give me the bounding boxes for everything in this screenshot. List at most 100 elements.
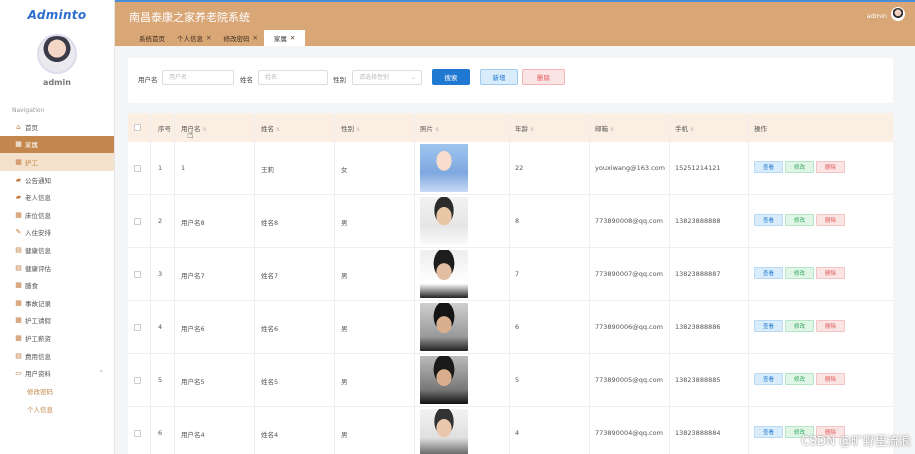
tab-change-password[interactable]: 修改密码 ✕ <box>217 30 263 46</box>
sidebar-item-label: 膳食 <box>25 282 38 291</box>
book-icon: ▤ <box>15 351 22 360</box>
table-row[interactable]: 5 用户名5 姓名5 男 5 773890005@qq.com 13823888885 查看修… <box>128 354 893 407</box>
close-icon[interactable]: ✕ <box>290 34 295 42</box>
sort-icon: ⇅ <box>276 127 281 133</box>
grid-icon: ▦ <box>15 140 22 149</box>
user-avatar[interactable] <box>37 34 77 74</box>
cell-no: 3 <box>158 270 163 278</box>
cell-gender: 男 <box>341 325 348 333</box>
row-delete-button[interactable]: 删除 <box>816 214 845 226</box>
row-checkbox[interactable] <box>134 430 141 437</box>
watermark: CSDN @旷野里流浪 <box>800 434 911 448</box>
col-header-gender[interactable]: 性别 ⇅ <box>341 123 360 133</box>
username-input[interactable]: 用户名 <box>162 70 234 85</box>
sidebar-item-bed[interactable]: ▦ 床位信息 <box>0 206 114 224</box>
sidebar-item-family[interactable]: ▦ 家属 <box>0 135 114 154</box>
table-row[interactable]: 2 用户名8 姓名8 男 8 773890008@qq.com 13823888888 查看修… <box>128 195 893 248</box>
tab-home[interactable]: 系统首页 <box>133 30 171 46</box>
sidebar: Adminto admin Navigation ⌂ 首页 ▦ 家属 ▦ 护工 ▰ 公告… <box>0 0 115 454</box>
sidebar-item-elder[interactable]: ▰ 老人信息 <box>0 188 114 206</box>
sidebar-item-meals[interactable]: ▦ 膳食 <box>0 276 114 294</box>
cell-no: 2 <box>158 217 163 225</box>
cell-username: 用户名8 <box>181 219 205 227</box>
cell-name: 王莉 <box>261 166 274 174</box>
row-delete-button[interactable]: 删除 <box>816 320 845 332</box>
row-delete-button[interactable]: 删除 <box>816 267 845 279</box>
col-header-no[interactable]: 序号 <box>158 123 171 133</box>
sidebar-item-label: 护工请假 <box>25 317 51 326</box>
row-checkbox[interactable] <box>134 165 141 172</box>
gender-select[interactable]: 请选择性别 ⌄ <box>352 70 422 85</box>
delete-button[interactable]: 删除 <box>522 69 565 85</box>
sidebar-item-leave[interactable]: ▦ 护工请假 <box>0 312 114 330</box>
table-row[interactable]: 3 用户名7 姓名7 男 7 773890007@qq.com 13823888887 查看修… <box>128 248 893 301</box>
edit-button[interactable]: 修改 <box>785 214 814 226</box>
row-checkbox[interactable] <box>134 218 141 225</box>
row-checkbox[interactable] <box>134 271 141 278</box>
user-photo <box>420 144 468 192</box>
col-header-name[interactable]: 姓名 ⇅ <box>261 123 280 133</box>
select-all-checkbox[interactable] <box>134 124 141 131</box>
sidebar-sub-change-password[interactable]: 修改密码 <box>0 382 114 400</box>
view-button[interactable]: 查看 <box>754 214 783 226</box>
edit-button[interactable]: 修改 <box>785 373 814 385</box>
admin-label[interactable]: admin <box>867 12 887 20</box>
cell-email: 773890007@qq.com <box>595 270 663 278</box>
tab-label: 系统首页 <box>139 35 165 43</box>
close-icon[interactable]: ✕ <box>206 34 211 42</box>
row-checkbox[interactable] <box>134 377 141 384</box>
cell-gender: 男 <box>341 378 348 386</box>
sidebar-item-home[interactable]: ⌂ 首页 <box>0 118 114 136</box>
col-header-age[interactable]: 年龄 ⇅ <box>515 123 534 133</box>
sidebar-item-notice[interactable]: ▰ 公告通知 <box>0 171 114 189</box>
edit-button[interactable]: 修改 <box>785 320 814 332</box>
view-button[interactable]: 查看 <box>754 161 783 173</box>
row-checkbox[interactable] <box>134 324 141 331</box>
tab-personal-info[interactable]: 个人信息 ✕ <box>171 30 217 46</box>
cell-age: 6 <box>515 323 520 331</box>
header-avatar[interactable] <box>891 7 905 21</box>
cell-username: 用户名5 <box>181 378 205 386</box>
cell-name: 姓名6 <box>261 325 279 333</box>
sidebar-item-salary[interactable]: ▦ 护工薪资 <box>0 329 114 347</box>
cell-username: 用户名4 <box>181 431 205 439</box>
sidebar-item-accidents[interactable]: ▦ 事故记录 <box>0 294 114 312</box>
col-header-email[interactable]: 邮箱 ⇅ <box>595 123 614 133</box>
view-button[interactable]: 查看 <box>754 373 783 385</box>
mouse-cursor-icon: ☝ <box>187 128 194 141</box>
col-header-photo[interactable]: 照片 ⇅ <box>420 123 439 133</box>
cell-gender: 男 <box>341 272 348 280</box>
name-input[interactable]: 姓名 <box>258 70 328 85</box>
sidebar-item-health-eval[interactable]: ▤ 健康评估 <box>0 259 114 277</box>
table-row[interactable]: 1 1 王莉 女 22 youxiwang@163.com 15251214121 查看 修改删… <box>128 142 893 195</box>
gender-placeholder: 请选择性别 <box>359 74 390 81</box>
add-button[interactable]: 新增 <box>480 69 518 85</box>
row-delete-button[interactable]: 删除 <box>816 373 845 385</box>
cell-email: 773890005@qq.com <box>595 376 663 384</box>
row-delete-button[interactable]: 删除 <box>816 161 845 173</box>
sidebar-item-health-info[interactable]: ▤ 健康信息 <box>0 241 114 259</box>
close-icon[interactable]: ✕ <box>252 34 257 42</box>
table-row[interactable]: 6 用户名4 姓名4 男 4 773890004@qq.com 13823888884 查看修… <box>128 407 893 454</box>
tab-family[interactable]: 家属 ✕ <box>263 30 306 46</box>
sidebar-item-profile[interactable]: ▭ 用户资料 ⌃ <box>0 364 114 382</box>
edit-button[interactable]: 修改 <box>785 161 814 173</box>
sidebar-item-caregiver[interactable]: ▦ 护工 <box>0 153 114 171</box>
view-button[interactable]: 查看 <box>754 320 783 332</box>
sidebar-sub-personal-info[interactable]: 个人信息 <box>0 400 114 418</box>
col-header-username[interactable]: 用户名 ⇅ <box>181 123 207 133</box>
view-button[interactable]: 查看 <box>754 267 783 279</box>
home-icon: ⌂ <box>16 122 21 131</box>
sidebar-item-fees[interactable]: ▤ 费用信息 <box>0 347 114 365</box>
view-button[interactable]: 查看 <box>754 426 783 438</box>
sidebar-item-label: 健康信息 <box>25 246 51 255</box>
col-header-phone[interactable]: 手机 ⇅ <box>675 123 694 133</box>
table-row[interactable]: 4 用户名6 姓名6 男 6 773890006@qq.com 13823888886 查看修… <box>128 301 893 354</box>
cell-age: 5 <box>515 376 520 384</box>
edit-button[interactable]: 修改 <box>785 267 814 279</box>
cell-email: 773890006@qq.com <box>595 323 663 331</box>
sidebar-item-checkin[interactable]: ✎ 入住安排 <box>0 224 114 242</box>
search-button[interactable]: 搜索 <box>432 69 470 85</box>
app-logo[interactable]: Adminto <box>0 0 114 30</box>
cell-phone: 13823888887 <box>675 270 721 278</box>
